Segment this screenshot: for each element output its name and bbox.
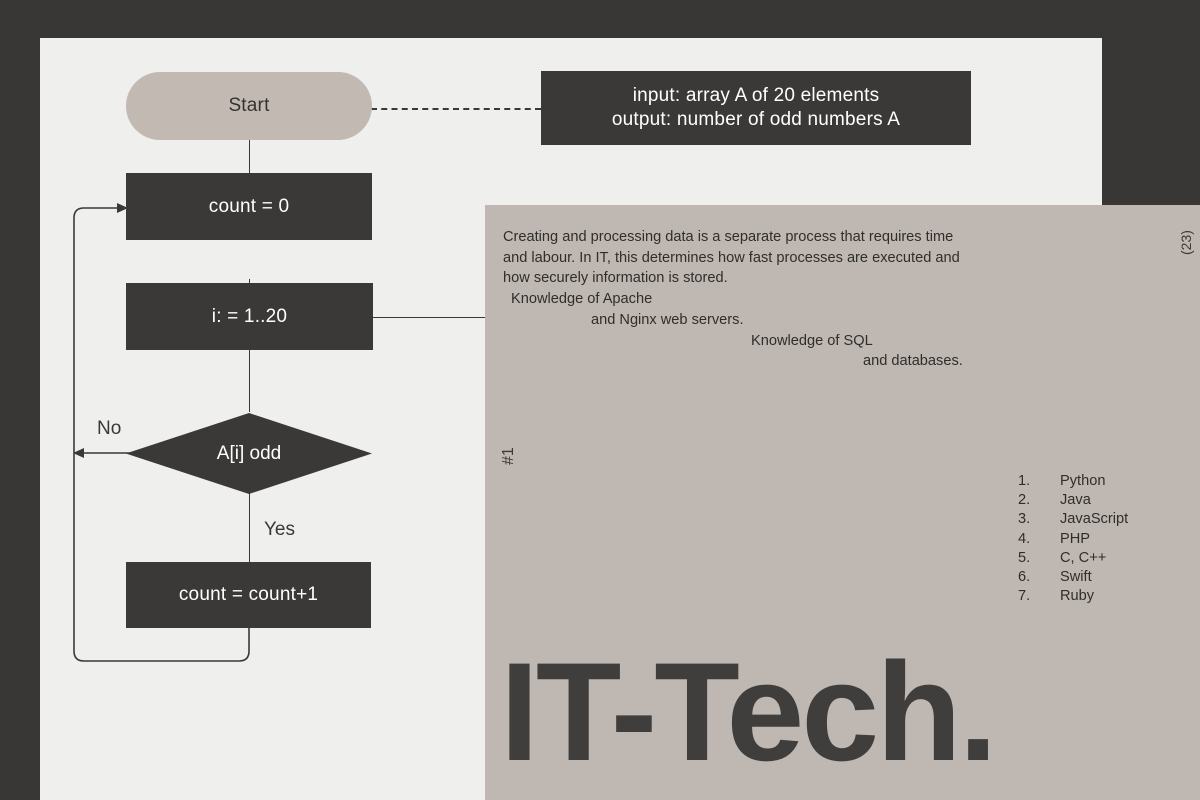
list-item: 2. Java — [1018, 491, 1128, 510]
edge-label-no: No — [97, 418, 122, 439]
list-item-label: PHP — [1060, 530, 1091, 547]
node-increment[interactable]: count = count+1 — [126, 562, 371, 628]
list-item-label: JavaScript — [1060, 511, 1129, 528]
node-start[interactable]: Start — [126, 72, 372, 140]
list-item: 1. Python — [1018, 472, 1128, 491]
article-paragraph: Creating and processing data is a separa… — [503, 227, 1023, 372]
node-increment-label: count = count+1 — [178, 584, 319, 606]
list-item: 6. Swift — [1018, 568, 1128, 587]
wordmark: IT-Tech. — [500, 633, 998, 790]
list-item-label: Java — [1060, 492, 1091, 509]
poster-canvas: Start input: array A of 20 elements outp… — [0, 0, 1200, 800]
list-item-number: 7. — [1018, 588, 1031, 605]
list-item: 4. PHP — [1018, 530, 1128, 549]
paragraph-line-6: Knowledge of SQL — [751, 332, 873, 349]
list-item: 7. Ruby — [1018, 587, 1128, 606]
paragraph-line-3: how securely information is stored. — [503, 270, 728, 287]
language-list: 1. Python 2. Java 3. JavaScript 4. PHP 5. C, C++ 6… — [1018, 472, 1128, 606]
node-decision[interactable]: A[i] odd — [126, 413, 372, 494]
list-item: 3. JavaScript — [1018, 510, 1128, 529]
list-item-number: 2. — [1018, 492, 1031, 509]
list-item-label: C, C++ — [1060, 549, 1107, 566]
paragraph-line-2: and labour. In IT, this determines how f… — [503, 249, 960, 266]
node-loop-label: i: = 1..20 — [211, 305, 288, 327]
list-item-number: 5. — [1018, 549, 1031, 566]
paragraph-line-7: and databases. — [863, 353, 963, 370]
list-item-label: Python — [1060, 473, 1106, 489]
section-marker: #1 — [500, 447, 517, 465]
loop-return-rail — [73, 203, 250, 662]
list-item-number: 6. — [1018, 569, 1031, 586]
list-item-number: 1. — [1018, 473, 1031, 489]
paragraph-line-4: Knowledge of Apache — [511, 291, 653, 308]
list-item: 5. C, C++ — [1018, 549, 1128, 568]
note-io: input: array A of 20 elements output: nu… — [541, 71, 971, 145]
node-decision-label: A[i] odd — [216, 442, 282, 464]
list-item-label: Ruby — [1060, 588, 1095, 605]
list-item-number: 3. — [1018, 511, 1031, 528]
list-item-label: Swift — [1060, 569, 1092, 586]
node-init-label: count = 0 — [208, 195, 290, 217]
list-item-number: 4. — [1018, 530, 1031, 547]
paragraph-line-5: and Nginx web servers. — [591, 311, 744, 328]
note-io-output: output: number of odd numbers A — [611, 109, 901, 130]
paragraph-line-1: Creating and processing data is a separa… — [503, 229, 954, 245]
node-start-label: Start — [228, 95, 270, 117]
node-init[interactable]: count = 0 — [126, 173, 372, 240]
node-loop[interactable]: i: = 1..20 — [126, 283, 373, 350]
page-number: (23) — [1178, 230, 1194, 255]
note-io-input: input: array A of 20 elements — [632, 85, 880, 107]
edge-label-yes: Yes — [264, 519, 295, 540]
